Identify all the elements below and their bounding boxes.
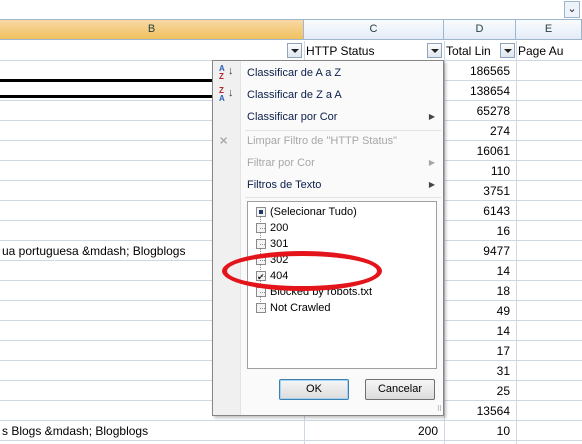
cell-total-links[interactable]: 17	[444, 341, 516, 361]
column-header-d[interactable]: D	[444, 20, 516, 40]
menu-sort-a-to-z-label: Classificar de A a Z	[247, 67, 342, 79]
cell-total-links[interactable]: 14	[444, 321, 516, 341]
filter-dropdown-b-button[interactable]	[287, 43, 302, 58]
menu-separator	[245, 197, 441, 198]
cell-total-links[interactable]: 10	[444, 421, 516, 441]
column-header-c[interactable]: C	[304, 20, 444, 40]
menu-text-filters-label: Filtros de Texto	[247, 179, 322, 191]
column-header-b[interactable]: B	[0, 20, 304, 40]
cell-border-line	[0, 95, 228, 98]
header-row: HTTP Status Total Lin Page Au	[0, 41, 582, 61]
cell-total-links[interactable]: 138654	[444, 81, 516, 101]
submenu-arrow-icon: ▶	[428, 180, 435, 189]
cell-b[interactable]: s Blogs &mdash; Blogblogs	[2, 421, 302, 441]
cell-total-links[interactable]: 186565	[444, 61, 516, 81]
cancel-button[interactable]: Cancelar	[365, 379, 435, 400]
submenu-arrow-icon: ▶	[428, 158, 435, 167]
table-row: s Blogs &mdash; Blogblogs 200 10	[0, 421, 582, 441]
cell-total-links[interactable]: 25	[444, 381, 516, 401]
menu-filter-by-color: Filtrar por Cor ▶	[213, 152, 443, 174]
cell-total-links[interactable]: 16	[444, 221, 516, 241]
highlight-ellipse	[222, 251, 382, 291]
tree-line	[260, 308, 265, 309]
cell-total-links[interactable]: 31	[444, 361, 516, 381]
cell-http-status[interactable]: 200	[304, 421, 444, 441]
filter-dropdown-http-status-button[interactable]	[427, 43, 442, 58]
tree-line	[260, 292, 265, 293]
column-header-e[interactable]: E	[516, 20, 582, 40]
tree-line	[260, 228, 265, 229]
cell-total-links[interactable]: 3751	[444, 181, 516, 201]
submenu-arrow-icon: ▶	[428, 112, 435, 121]
menu-sort-z-to-a[interactable]: Z A ↓ Classificar de Z a A	[213, 84, 443, 106]
cell-total-links[interactable]: 274	[444, 121, 516, 141]
filter-list-item-label: 301	[270, 238, 289, 250]
cell-total-links[interactable]: 14	[444, 261, 516, 281]
grid-line	[516, 41, 517, 444]
cell-total-links[interactable]: 13564	[444, 401, 516, 421]
cell-total-links[interactable]: 9477	[444, 241, 516, 261]
menu-clear-filter: ⨯ Limpar Filtro de "HTTP Status"	[213, 130, 443, 152]
formula-bar-strip: ⌄	[0, 0, 582, 20]
grid-line	[444, 41, 445, 444]
menu-sort-by-color-label: Classificar por Cor	[247, 111, 338, 123]
filter-list-item-label: 200	[270, 222, 289, 234]
resize-grip-icon[interactable]: ⠿	[437, 405, 442, 413]
cell-total-links[interactable]: 6143	[444, 201, 516, 221]
filter-list-item-label: (Selecionar Tudo)	[270, 206, 357, 218]
menu-sort-by-color[interactable]: Classificar por Cor ▶	[213, 106, 443, 128]
header-page-authority[interactable]: Page Au	[518, 41, 582, 61]
menu-clear-filter-label: Limpar Filtro de "HTTP Status"	[247, 135, 398, 147]
filter-list-item[interactable]: (Selecionar Tudo)	[256, 204, 357, 220]
checkbox[interactable]	[256, 207, 266, 217]
sort-descending-icon: Z A ↓	[219, 86, 234, 103]
clear-filter-icon: ⨯	[219, 135, 229, 147]
cell-total-links[interactable]: 49	[444, 301, 516, 321]
filter-list-item[interactable]: Not Crawled	[256, 300, 331, 316]
cell-total-links[interactable]: 16061	[444, 141, 516, 161]
tree-line	[260, 244, 265, 245]
menu-filter-by-color-label: Filtrar por Cor	[247, 157, 315, 169]
sort-ascending-icon: A Z ↓	[219, 64, 234, 81]
header-http-status[interactable]: HTTP Status	[306, 41, 426, 61]
menu-text-filters[interactable]: Filtros de Texto ▶	[213, 174, 443, 196]
cell-total-links[interactable]: 110	[444, 161, 516, 181]
filter-list-item[interactable]: 301	[256, 236, 289, 252]
cell-total-links[interactable]: 65278	[444, 101, 516, 121]
filter-list-item-label: Not Crawled	[270, 302, 331, 314]
filter-dropdown-total-links-button[interactable]	[500, 43, 515, 58]
filter-list-item[interactable]: 200	[256, 220, 289, 236]
header-total-links[interactable]: Total Lin	[446, 41, 500, 61]
cell-border-line	[0, 79, 228, 82]
ok-button[interactable]: OK	[279, 379, 349, 400]
autofilter-menu: A Z ↓ Classificar de A a Z Z A ↓ Classificar…	[212, 60, 444, 416]
cell-total-links[interactable]: 18	[444, 281, 516, 301]
menu-sort-a-to-z[interactable]: A Z ↓ Classificar de A a Z	[213, 62, 443, 84]
expand-formula-bar-button[interactable]: ⌄	[564, 1, 580, 18]
menu-sort-z-to-a-label: Classificar de Z a A	[247, 89, 342, 101]
